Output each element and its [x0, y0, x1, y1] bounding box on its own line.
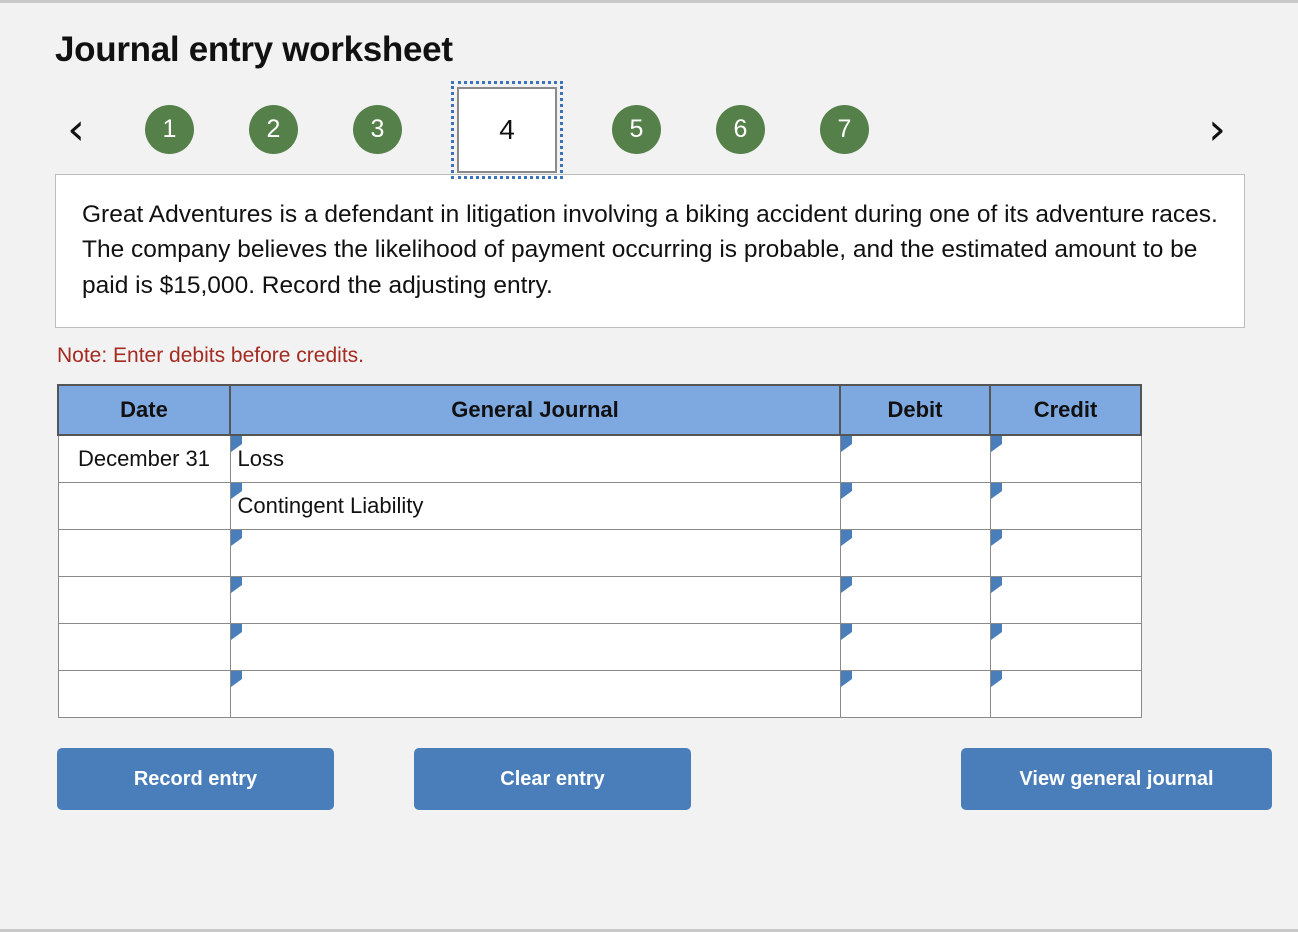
step-item-5[interactable]: 5 — [612, 105, 661, 154]
date-cell[interactable] — [57, 482, 231, 531]
table-row — [57, 529, 1142, 578]
account-cell[interactable] — [229, 529, 841, 578]
debit-cell[interactable] — [839, 623, 991, 672]
debit-cell[interactable] — [839, 529, 991, 578]
step-item-7[interactable]: 7 — [820, 105, 869, 154]
account-cell[interactable] — [229, 670, 841, 719]
account-value: Loss — [237, 446, 284, 472]
table-row: December 31 Loss — [57, 434, 1142, 484]
page-title: Journal entry worksheet — [55, 30, 453, 69]
column-header-credit: Credit — [989, 384, 1142, 437]
credit-cell[interactable] — [989, 482, 1142, 531]
table-row — [57, 670, 1142, 719]
column-header-general-journal: General Journal — [229, 384, 841, 437]
account-cell[interactable]: Contingent Liability — [229, 482, 841, 531]
journal-entry-table: Date General Journal Debit Credit Decemb… — [57, 384, 1142, 719]
debit-cell[interactable] — [839, 576, 991, 625]
question-panel: Great Adventures is a defendant in litig… — [55, 173, 1245, 329]
date-cell[interactable] — [57, 670, 231, 719]
date-cell[interactable] — [57, 623, 231, 672]
clear-entry-button[interactable]: Clear entry — [414, 748, 691, 811]
step-item-6[interactable]: 6 — [716, 105, 765, 154]
step-list: 1 2 3 4 5 6 7 — [145, 80, 869, 179]
credit-cell[interactable] — [989, 670, 1142, 719]
step-navigation: ‹ 1 2 3 4 5 6 7 › — [55, 80, 1248, 179]
step-item-4[interactable]: 4 — [451, 80, 563, 179]
credit-cell[interactable] — [989, 529, 1142, 578]
previous-step-icon[interactable]: ‹ — [55, 107, 97, 152]
credit-cell[interactable] — [989, 434, 1142, 484]
credit-cell[interactable] — [989, 623, 1142, 672]
column-header-date: Date — [57, 384, 231, 437]
debit-cell[interactable] — [839, 670, 991, 719]
debit-cell[interactable] — [839, 482, 991, 531]
column-header-debit: Debit — [839, 384, 991, 437]
table-row — [57, 623, 1142, 672]
debits-before-credits-note: Note: Enter debits before credits. — [57, 344, 364, 368]
action-buttons: Record entry Clear entry View general jo… — [57, 748, 1272, 811]
worksheet-page: Journal entry worksheet ‹ 1 2 3 4 5 6 7 … — [0, 3, 1298, 811]
credit-cell[interactable] — [989, 576, 1142, 625]
debit-cell[interactable] — [839, 434, 991, 484]
table-row — [57, 576, 1142, 625]
table-header-row: Date General Journal Debit Credit — [57, 384, 1142, 437]
table-row: Contingent Liability — [57, 482, 1142, 531]
record-entry-button[interactable]: Record entry — [57, 748, 334, 811]
date-cell[interactable] — [57, 576, 231, 625]
date-cell[interactable] — [57, 529, 231, 578]
step-item-3[interactable]: 3 — [353, 105, 402, 154]
account-cell[interactable] — [229, 623, 841, 672]
date-cell[interactable]: December 31 — [57, 434, 231, 484]
account-cell[interactable] — [229, 576, 841, 625]
view-general-journal-button[interactable]: View general journal — [961, 748, 1272, 811]
step-item-2[interactable]: 2 — [249, 105, 298, 154]
step-item-1[interactable]: 1 — [145, 105, 194, 154]
next-step-icon[interactable]: › — [1196, 107, 1238, 152]
account-cell[interactable]: Loss — [229, 434, 841, 484]
account-value: Contingent Liability — [237, 493, 424, 519]
